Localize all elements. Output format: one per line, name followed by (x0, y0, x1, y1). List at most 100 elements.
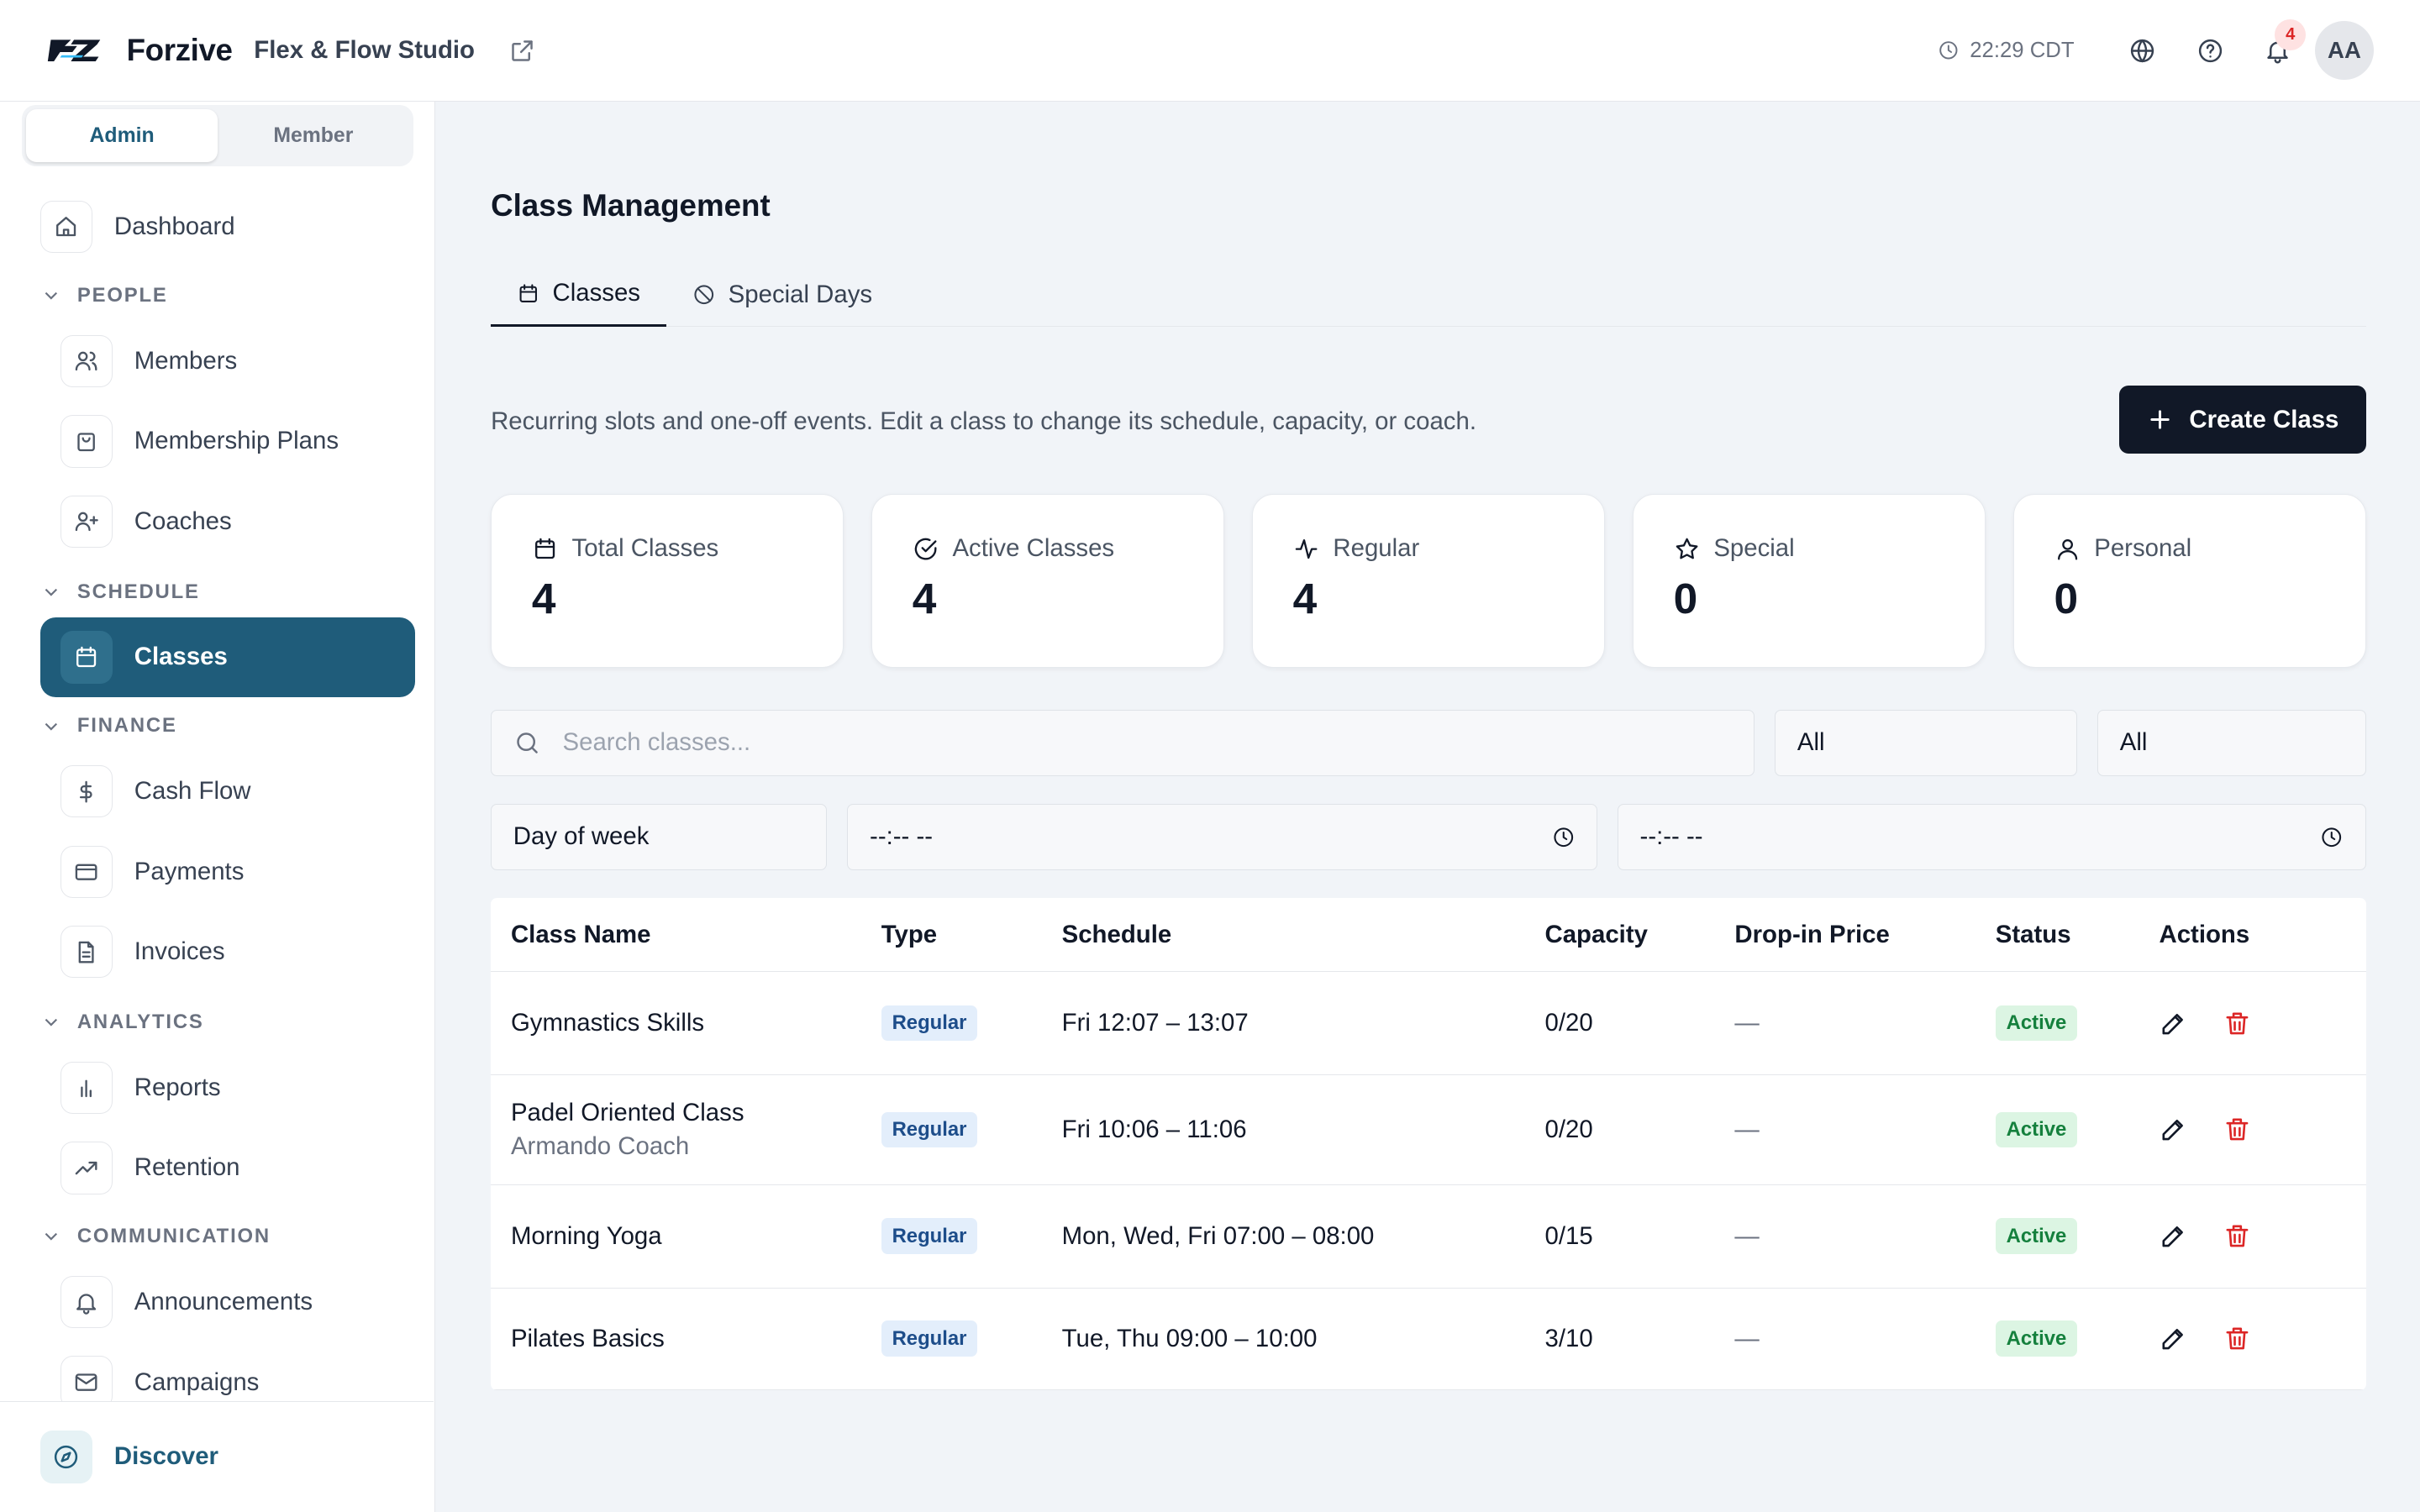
class-name: Morning Yoga (510, 1221, 662, 1250)
clock-icon[interactable] (1552, 826, 1576, 849)
compass-icon (39, 1431, 93, 1483)
status-badge: Active (1995, 1218, 2078, 1254)
sidebar-item-members[interactable]: Members (60, 334, 238, 387)
sidebar-item-invoices[interactable]: Invoices (60, 926, 225, 979)
time-to-input[interactable]: --:-- -- (1617, 803, 2366, 870)
bell-icon (60, 1275, 113, 1329)
capacity-cell: 3/10 (1544, 1324, 1593, 1352)
delete-trash-icon[interactable] (2223, 1221, 2252, 1251)
create-class-button[interactable]: Create Class (2118, 386, 2366, 454)
user-avatar[interactable]: AA (2315, 21, 2374, 80)
time-to-value: --:-- -- (1639, 822, 1703, 851)
user-icon (2057, 538, 2077, 560)
table-row[interactable]: Morning Yoga Regular Mon, Wed, Fri 07:00… (491, 1185, 2366, 1289)
class-name: Padel Oriented Class (510, 1099, 744, 1127)
language-button[interactable] (2108, 17, 2176, 85)
sidebar-item-label: Members (134, 346, 238, 375)
header-actions: 22:29 CDT 4 AA (1938, 17, 2374, 85)
sidebar-item-dashboard[interactable]: Dashboard (39, 200, 235, 254)
section-label: PEOPLE (76, 283, 168, 307)
stat-value: 0 (1673, 573, 1698, 622)
price-cell: — (1734, 1221, 1760, 1250)
sidebar-item-cash-flow[interactable]: Cash Flow (60, 764, 251, 818)
stat-label: Total Classes (571, 534, 719, 563)
globe-icon (2130, 39, 2154, 62)
stat-label: Special (1713, 534, 1795, 563)
column-header[interactable]: Capacity (1545, 921, 1735, 949)
coach-name: Armando Coach (510, 1131, 690, 1160)
brand-logo-icon (47, 39, 101, 61)
column-header[interactable]: Class Name (491, 921, 881, 949)
section-finance[interactable]: FINANCE (40, 714, 177, 738)
table-row[interactable]: Gymnastics Skills Regular Fri 12:07 – 13… (491, 972, 2366, 1076)
app-root: Forzive Flex & Flow Studio 22:29 CDT 4 A… (0, 0, 2420, 1512)
page-title: Class Management (491, 188, 771, 223)
clock-display: 22:29 CDT (1938, 39, 2075, 63)
delete-trash-icon[interactable] (2223, 1324, 2252, 1353)
status-badge: Active (1995, 1005, 2078, 1042)
stat-value: 4 (912, 573, 937, 622)
day-of-week-select[interactable]: Day of week (491, 803, 828, 870)
sidebar-item-announcements[interactable]: Announcements (60, 1275, 313, 1329)
sidebar-item-label: Dashboard (113, 212, 235, 240)
column-header[interactable]: Type (881, 921, 1062, 949)
section-schedule[interactable]: SCHEDULE (40, 580, 200, 604)
search-input[interactable]: Search classes... (491, 709, 1755, 776)
section-label: ANALYTICS (76, 1011, 204, 1034)
price-cell: — (1734, 1324, 1760, 1352)
table-row[interactable]: Padel Oriented Class Armando Coach Regul… (491, 1075, 2366, 1185)
plus-icon (2150, 410, 2170, 429)
edit-pencil-icon[interactable] (2159, 1009, 2188, 1038)
sidebar-item-membership-plans[interactable]: Membership Plans (60, 415, 339, 468)
sidebar-item-label: Classes (134, 643, 228, 671)
status-select[interactable]: All (2097, 709, 2366, 776)
column-header[interactable]: Schedule (1062, 921, 1545, 949)
sidebar-item-label: Payments (134, 857, 245, 885)
notifications-button[interactable]: 4 (2244, 17, 2312, 85)
price-cell: — (1734, 1009, 1760, 1037)
stat-card-total-classes: Total Classes 4 (491, 493, 844, 669)
clock-icon[interactable] (2320, 826, 2344, 849)
ban-icon (694, 285, 714, 305)
sidebar-item-reports[interactable]: Reports (60, 1061, 221, 1115)
dollar-icon (60, 764, 113, 818)
chevron-down-icon (45, 1019, 57, 1026)
section-label: FINANCE (76, 714, 177, 738)
role-admin-option[interactable]: Admin (26, 109, 218, 162)
shopping-bag-icon (60, 415, 113, 468)
trending-up-icon (60, 1142, 113, 1194)
calendar-icon (519, 283, 538, 302)
type-badge: Regular (881, 1005, 978, 1042)
type-badge: Regular (881, 1111, 978, 1148)
delete-trash-icon[interactable] (2223, 1115, 2252, 1144)
time-from-input[interactable]: --:-- -- (847, 803, 1597, 870)
tab-special-days[interactable]: Special Days (666, 262, 898, 327)
column-header[interactable]: Drop-in Price (1734, 921, 1995, 949)
delete-trash-icon[interactable] (2223, 1009, 2252, 1038)
sidebar-item-retention[interactable]: Retention (60, 1142, 240, 1194)
edit-pencil-icon[interactable] (2159, 1324, 2188, 1353)
schedule-cell: Fri 10:06 – 11:06 (1061, 1115, 1247, 1143)
stat-value: 4 (1292, 573, 1318, 622)
section-people[interactable]: PEOPLE (40, 284, 168, 307)
class-name: Gymnastics Skills (510, 1009, 705, 1037)
column-header[interactable]: Status (1996, 921, 2160, 949)
section-communication[interactable]: COMMUNICATION (40, 1225, 271, 1248)
external-link-icon[interactable] (508, 37, 536, 65)
section-analytics[interactable]: ANALYTICS (40, 1011, 204, 1034)
users-icon (60, 334, 113, 387)
type-select[interactable]: All (1775, 709, 2078, 776)
sidebar-item-coaches[interactable]: Coaches (60, 495, 232, 548)
help-button[interactable] (2176, 17, 2244, 85)
credit-card-icon (60, 845, 113, 898)
table-row[interactable]: Pilates Basics Regular Tue, Thu 09:00 – … (491, 1289, 2366, 1390)
sidebar-item-classes[interactable]: Classes (39, 617, 416, 698)
role-member-option[interactable]: Member (218, 109, 409, 161)
edit-pencil-icon[interactable] (2159, 1221, 2188, 1251)
discover-link[interactable]: Discover (114, 1442, 218, 1471)
sidebar-item-payments[interactable]: Payments (60, 845, 245, 898)
role-toggle: Admin Member (21, 104, 414, 167)
brand-name[interactable]: Forzive (127, 33, 233, 68)
edit-pencil-icon[interactable] (2159, 1115, 2188, 1144)
tab-classes[interactable]: Classes (491, 262, 667, 328)
